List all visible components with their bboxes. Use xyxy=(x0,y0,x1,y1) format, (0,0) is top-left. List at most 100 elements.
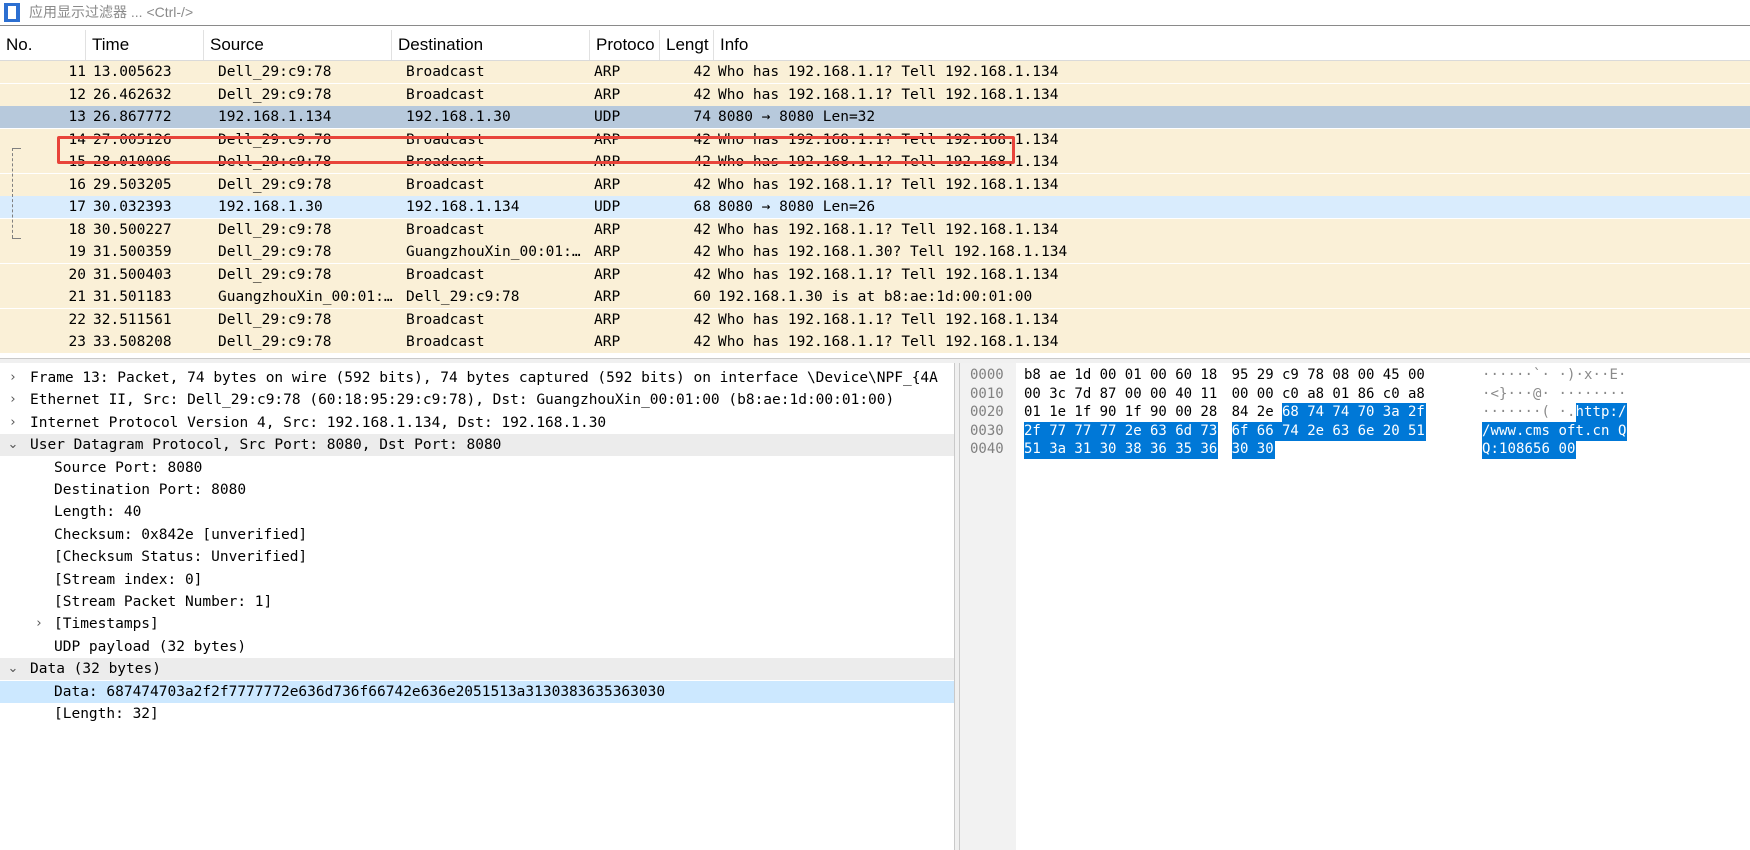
packet-row[interactable]: 19 31.500359 Dell_29:c9:78 GuangzhouXin_00:… xyxy=(0,241,1750,263)
ascii-char[interactable]: · xyxy=(1559,403,1568,422)
detail-tree-item[interactable]: Length: 40 xyxy=(0,501,954,523)
hex-byte[interactable]: 01 xyxy=(1332,385,1350,404)
detail-tree-item[interactable]: [Length: 32] xyxy=(0,703,954,725)
packet-row[interactable]: 11 13.005623 Dell_29:c9:78 Broadcast ARP 42 Wh… xyxy=(0,61,1750,83)
hex-byte[interactable]: 11 xyxy=(1200,385,1218,404)
hex-byte[interactable]: 60 xyxy=(1175,366,1193,385)
ascii-char[interactable]: · xyxy=(1559,385,1568,404)
ascii-char[interactable]: · xyxy=(1601,366,1610,385)
hex-byte[interactable]: 36 xyxy=(1200,440,1219,460)
display-filter-input[interactable] xyxy=(24,1,1750,23)
detail-tree-item[interactable]: Source Port: 8080 xyxy=(0,457,954,479)
ascii-char[interactable]: E xyxy=(1610,366,1619,385)
bookmark-icon[interactable] xyxy=(4,3,20,22)
ascii-char[interactable]: c xyxy=(1592,421,1601,441)
ascii-char[interactable]: ( xyxy=(1542,403,1551,422)
column-header-destination[interactable]: Destination xyxy=(392,30,590,60)
ascii-char[interactable]: · xyxy=(1542,385,1551,404)
expanded-arrow-icon[interactable]: ⌄ xyxy=(6,434,20,456)
hex-byte[interactable]: 00 xyxy=(1100,366,1118,385)
hex-byte[interactable]: 74 xyxy=(1332,403,1358,423)
ascii-char[interactable] xyxy=(1609,421,1618,441)
packet-row[interactable]: 21 31.501183 GuangzhouXin_00:01:… Dell_29:c… xyxy=(0,286,1750,308)
packet-row[interactable]: 23 33.508208 Dell_29:c9:78 Broadcast ARP 42 Wh… xyxy=(0,331,1750,353)
hex-byte[interactable]: 3a xyxy=(1382,403,1408,423)
ascii-char[interactable]: s xyxy=(1541,421,1559,441)
hex-byte[interactable]: 30 xyxy=(1256,440,1275,460)
detail-tree-item[interactable]: [Stream Packet Number: 1] xyxy=(0,591,954,613)
detail-tree-item[interactable]: [Stream index: 0] xyxy=(0,569,954,591)
ascii-char[interactable]: Q xyxy=(1618,421,1627,441)
hex-byte[interactable]: ae xyxy=(1049,366,1067,385)
hex-byte[interactable]: 87 xyxy=(1100,385,1118,404)
hex-byte[interactable]: 20 xyxy=(1382,421,1408,441)
hex-byte[interactable]: 35 xyxy=(1175,440,1201,460)
ascii-char[interactable]: 0 xyxy=(1567,440,1576,460)
hex-byte[interactable]: 00 xyxy=(1175,403,1193,422)
hex-byte[interactable]: 00 xyxy=(1358,366,1376,385)
ascii-char[interactable]: w xyxy=(1499,421,1508,441)
packet-row[interactable]: 14 27.005126 Dell_29:c9:78 Broadcast ARP 42 Wh… xyxy=(0,128,1750,151)
ascii-char[interactable]: 8 xyxy=(1516,440,1525,460)
column-header-source[interactable]: Source xyxy=(204,30,392,60)
ascii-char[interactable]: Q xyxy=(1482,440,1491,460)
detail-tree-item[interactable]: ⌄ User Datagram Protocol, Src Port: 8080,… xyxy=(0,434,954,457)
ascii-char[interactable]: · xyxy=(1618,366,1627,385)
ascii-char[interactable]: · xyxy=(1491,366,1500,385)
ascii-char[interactable]: : xyxy=(1609,403,1618,423)
hex-byte[interactable]: 6e xyxy=(1357,421,1383,441)
ascii-char[interactable]: · xyxy=(1525,366,1534,385)
ascii-char[interactable]: t xyxy=(1575,421,1584,441)
hex-byte[interactable]: 00 xyxy=(1257,385,1275,404)
hex-byte[interactable]: 74 xyxy=(1307,403,1333,423)
ascii-char[interactable]: · xyxy=(1499,366,1508,385)
ascii-char[interactable]: · xyxy=(1584,385,1593,404)
ascii-char[interactable]: . xyxy=(1584,421,1593,441)
hex-byte[interactable]: 30 xyxy=(1231,440,1257,460)
hex-byte[interactable]: 2e xyxy=(1257,403,1275,422)
hex-byte[interactable]: 77 xyxy=(1099,421,1125,441)
detail-tree-item[interactable]: Checksum: 0x842e [unverified] xyxy=(0,524,954,546)
ascii-char[interactable]: · xyxy=(1559,366,1568,385)
detail-tree-item[interactable]: Data: 687474703a2f2f7777772e636d736f6674… xyxy=(0,680,954,703)
hex-byte[interactable]: 3c xyxy=(1049,385,1067,404)
hex-byte[interactable]: 2f xyxy=(1408,403,1426,423)
column-header-protocol[interactable]: Protoco xyxy=(590,30,660,60)
collapsed-arrow-icon[interactable]: › xyxy=(6,412,20,434)
hex-byte[interactable]: 00 xyxy=(1150,385,1168,404)
hex-byte[interactable]: 6d xyxy=(1175,421,1201,441)
ascii-char[interactable]: · xyxy=(1576,366,1585,385)
hex-byte[interactable]: 77 xyxy=(1074,421,1100,441)
hex-byte[interactable]: 90 xyxy=(1150,403,1168,422)
hex-byte[interactable]: c0 xyxy=(1282,385,1300,404)
packet-row[interactable]: 22 32.511561 Dell_29:c9:78 Broadcast ARP 42 Wh… xyxy=(0,308,1750,331)
ascii-char[interactable]: < xyxy=(1491,385,1500,404)
ascii-char[interactable]: · xyxy=(1593,385,1602,404)
hex-byte[interactable]: 95 xyxy=(1232,366,1250,385)
ascii-char[interactable]: . xyxy=(1567,403,1576,422)
ascii-char[interactable]: · xyxy=(1525,385,1534,404)
hex-byte[interactable]: 00 xyxy=(1125,385,1143,404)
ascii-char[interactable]: w xyxy=(1507,421,1516,441)
detail-tree-item[interactable]: [Checksum Status: Unverified] xyxy=(0,546,954,568)
hex-byte[interactable]: a8 xyxy=(1408,385,1426,404)
hex-byte[interactable]: 31 xyxy=(1074,440,1100,460)
ascii-char[interactable]: · xyxy=(1516,385,1525,404)
ascii-char[interactable]: · xyxy=(1499,403,1508,422)
hex-byte[interactable]: 78 xyxy=(1307,366,1325,385)
detail-tree-item[interactable]: › Ethernet II, Src: Dell_29:c9:78 (60:18:… xyxy=(0,389,954,411)
hex-byte[interactable]: 86 xyxy=(1358,385,1376,404)
ascii-char[interactable]: t xyxy=(1584,403,1593,423)
ascii-char[interactable]: / xyxy=(1618,403,1627,423)
column-header-no[interactable]: No. xyxy=(0,30,86,60)
hex-byte[interactable]: 66 xyxy=(1256,421,1282,441)
detail-tree-item[interactable]: › [Timestamps] xyxy=(0,613,954,635)
packet-row[interactable]: 18 30.500227 Dell_29:c9:78 Broadcast ARP 42 Wh… xyxy=(0,218,1750,241)
hex-byte[interactable]: 2e xyxy=(1124,421,1150,441)
hex-byte[interactable]: 29 xyxy=(1257,366,1275,385)
ascii-char[interactable]: · xyxy=(1482,366,1491,385)
hex-byte[interactable]: 51 xyxy=(1024,440,1050,460)
ascii-char[interactable]: · xyxy=(1542,366,1551,385)
hex-byte[interactable]: 2e xyxy=(1307,421,1333,441)
hex-byte[interactable]: 63 xyxy=(1150,421,1176,441)
